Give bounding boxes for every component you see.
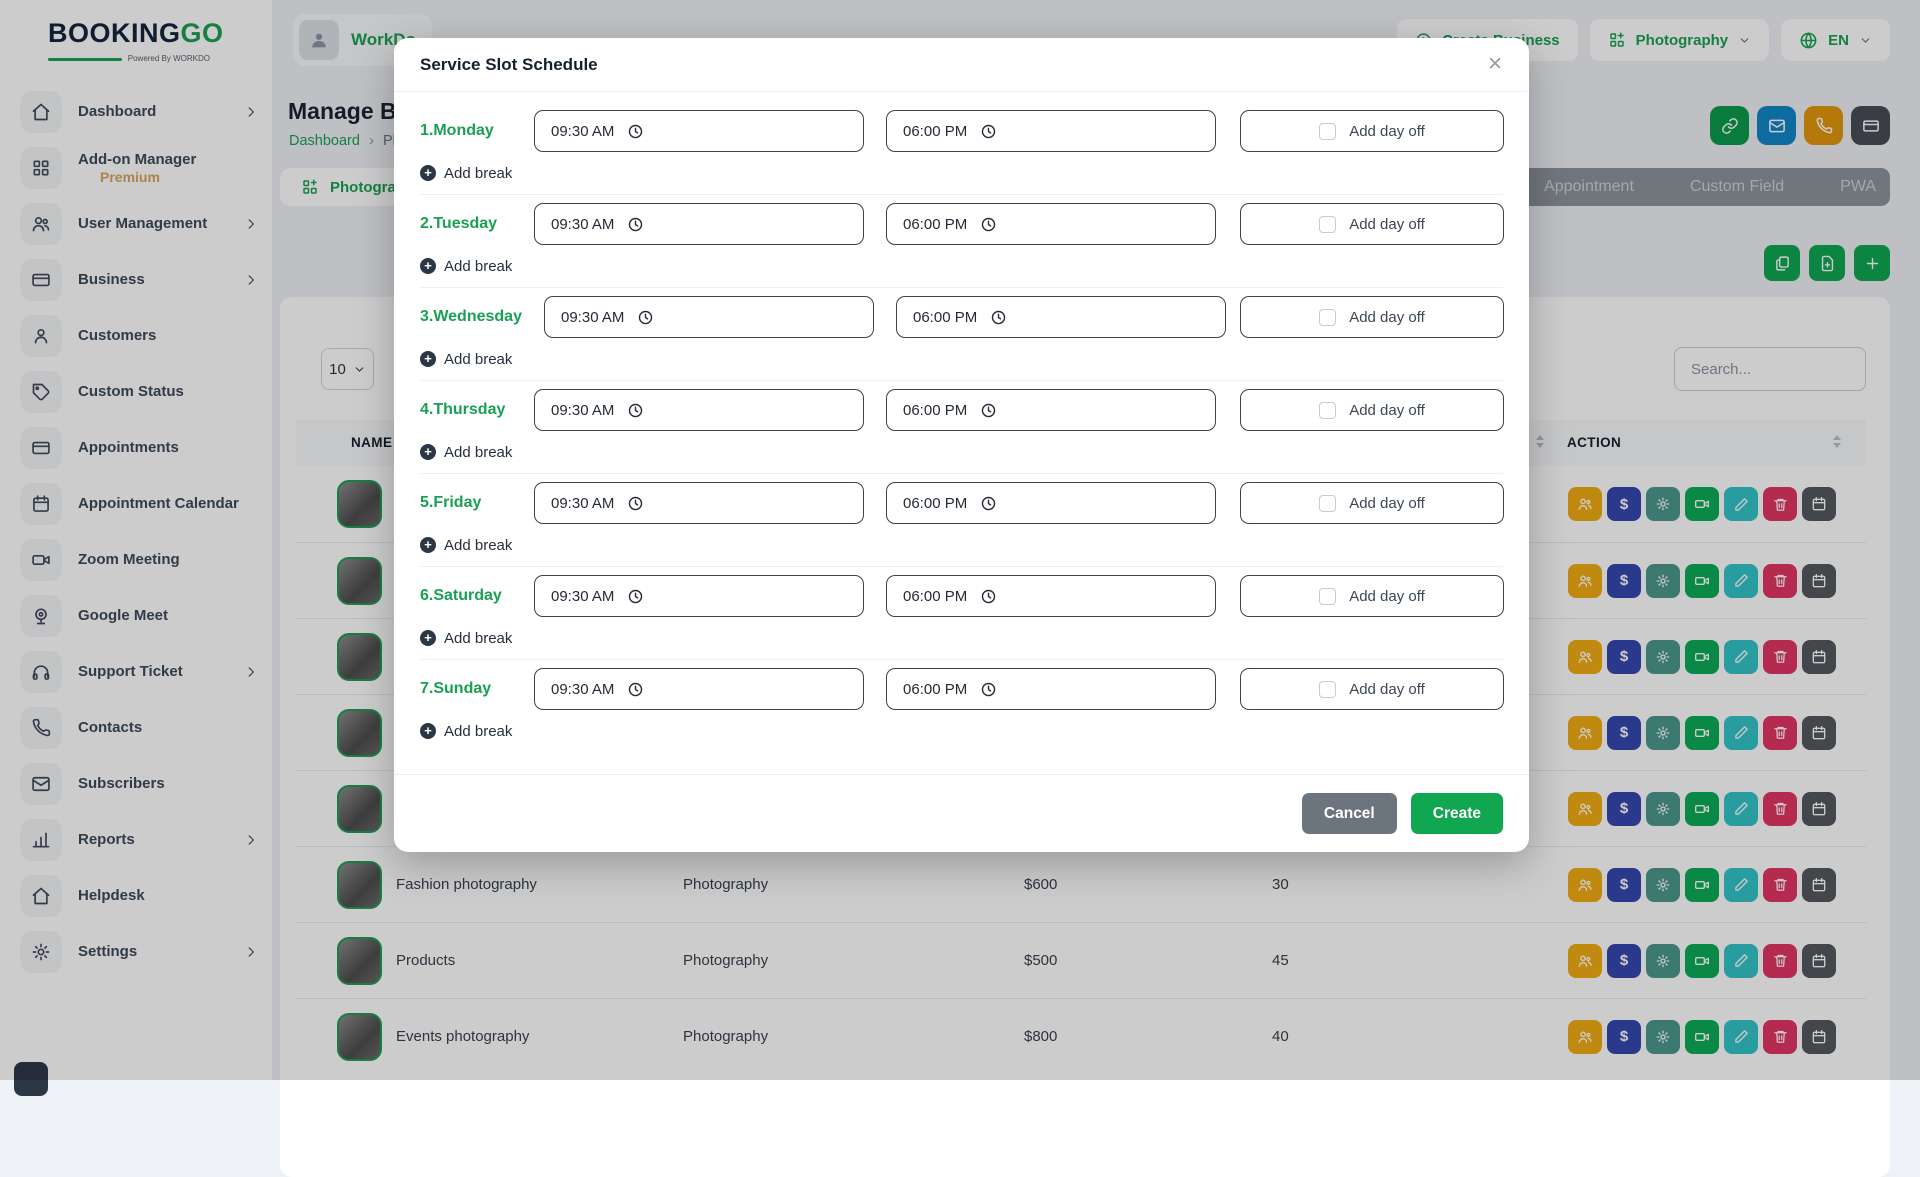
plus-icon: + (420, 630, 436, 646)
section-divider (420, 659, 1503, 660)
add-break-link[interactable]: + Add break (420, 256, 1503, 276)
clock-icon (627, 681, 644, 698)
plus-icon: + (420, 165, 436, 181)
plus-icon: + (420, 723, 436, 739)
add-break-link[interactable]: + Add break (420, 628, 1503, 648)
add-break-link[interactable]: + Add break (420, 721, 1503, 741)
end-time-input[interactable]: 06:00 PM (896, 296, 1226, 338)
start-time-input[interactable]: 09:30 AM (534, 482, 864, 524)
add-day-off-field[interactable]: Add day off (1240, 482, 1504, 524)
day-off-checkbox[interactable] (1319, 216, 1336, 233)
day-label: 1.Monday (420, 122, 534, 140)
clock-icon (637, 309, 654, 326)
start-time-input[interactable]: 09:30 AM (534, 203, 864, 245)
add-break-link[interactable]: + Add break (420, 349, 1503, 369)
day-label: 2.Tuesday (420, 215, 534, 233)
start-time-input[interactable]: 09:30 AM (534, 575, 864, 617)
add-day-off-field[interactable]: Add day off (1240, 575, 1504, 617)
clock-icon (627, 123, 644, 140)
day-label: 6.Saturday (420, 587, 534, 605)
clock-icon (980, 495, 997, 512)
day-label: 5.Friday (420, 494, 534, 512)
day-section: 3.Wednesday 09:30 AM 06:00 PM Ad (420, 296, 1503, 381)
start-time-input[interactable]: 09:30 AM (534, 389, 864, 431)
add-day-off-field[interactable]: Add day off (1240, 668, 1504, 710)
end-time-input[interactable]: 06:00 PM (886, 110, 1216, 152)
clock-icon (980, 681, 997, 698)
day-off-checkbox[interactable] (1319, 588, 1336, 605)
day-label: 7.Sunday (420, 680, 534, 698)
day-off-checkbox[interactable] (1319, 681, 1336, 698)
clock-icon (990, 309, 1007, 326)
day-off-checkbox[interactable] (1319, 123, 1336, 140)
start-time-input[interactable]: 09:30 AM (534, 668, 864, 710)
day-section: 7.Sunday 09:30 AM 06:00 PM Add d (420, 668, 1503, 741)
plus-icon: + (420, 444, 436, 460)
start-time-input[interactable]: 09:30 AM (544, 296, 874, 338)
add-break-link[interactable]: + Add break (420, 535, 1503, 555)
day-label: 4.Thursday (420, 401, 534, 419)
day-section: 2.Tuesday 09:30 AM 06:00 PM Add (420, 203, 1503, 288)
day-section: 5.Friday 09:30 AM 06:00 PM Add d (420, 482, 1503, 567)
modal-title: Service Slot Schedule (420, 55, 598, 75)
end-time-input[interactable]: 06:00 PM (886, 203, 1216, 245)
create-button[interactable]: Create (1411, 793, 1503, 834)
section-divider (420, 473, 1503, 474)
plus-icon: + (420, 537, 436, 553)
section-divider (420, 287, 1503, 288)
clock-icon (980, 402, 997, 419)
clock-icon (980, 216, 997, 233)
end-time-input[interactable]: 06:00 PM (886, 389, 1216, 431)
add-day-off-field[interactable]: Add day off (1240, 296, 1504, 338)
day-off-checkbox[interactable] (1319, 495, 1336, 512)
add-day-off-field[interactable]: Add day off (1240, 203, 1504, 245)
section-divider (420, 380, 1503, 381)
end-time-input[interactable]: 06:00 PM (886, 482, 1216, 524)
clock-icon (627, 216, 644, 233)
plus-icon: + (420, 351, 436, 367)
day-section: 4.Thursday 09:30 AM 06:00 PM Add (420, 389, 1503, 474)
plus-icon: + (420, 258, 436, 274)
add-break-link[interactable]: + Add break (420, 442, 1503, 462)
day-section: 6.Saturday 09:30 AM 06:00 PM Add (420, 575, 1503, 660)
clock-icon (980, 588, 997, 605)
day-off-checkbox[interactable] (1319, 309, 1336, 326)
close-icon[interactable]: ✕ (1487, 55, 1503, 74)
start-time-input[interactable]: 09:30 AM (534, 110, 864, 152)
service-slot-schedule-modal: Service Slot Schedule ✕ 1.Monday 09:30 A… (394, 38, 1529, 852)
day-section: 1.Monday 09:30 AM 06:00 PM Add d (420, 110, 1503, 195)
add-day-off-field[interactable]: Add day off (1240, 389, 1504, 431)
section-divider (420, 566, 1503, 567)
add-break-link[interactable]: + Add break (420, 163, 1503, 183)
day-label: 3.Wednesday (420, 308, 534, 326)
cancel-button[interactable]: Cancel (1302, 793, 1397, 834)
clock-icon (627, 588, 644, 605)
clock-icon (627, 495, 644, 512)
section-divider (420, 194, 1503, 195)
add-day-off-field[interactable]: Add day off (1240, 110, 1504, 152)
clock-icon (627, 402, 644, 419)
end-time-input[interactable]: 06:00 PM (886, 575, 1216, 617)
clock-icon (980, 123, 997, 140)
day-off-checkbox[interactable] (1319, 402, 1336, 419)
end-time-input[interactable]: 06:00 PM (886, 668, 1216, 710)
